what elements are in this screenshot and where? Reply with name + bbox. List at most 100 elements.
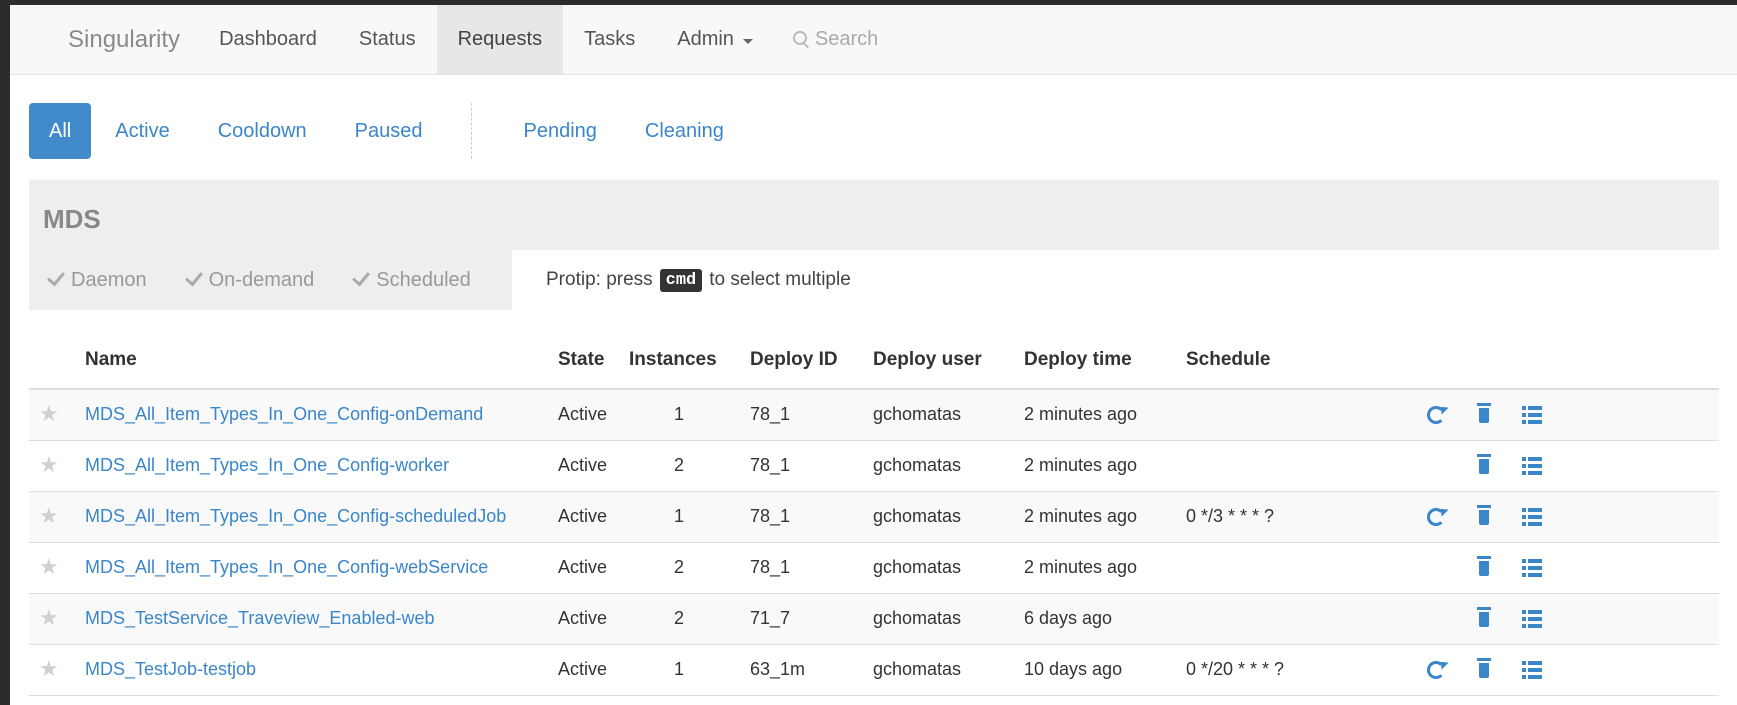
nav-tasks[interactable]: Tasks bbox=[563, 5, 656, 74]
request-instances: 1 bbox=[673, 404, 684, 424]
table-row[interactable]: ★ MDS_All_Item_Types_In_One_Config-onDema… bbox=[29, 390, 1719, 441]
request-deploy-user: gchomatas bbox=[873, 455, 962, 475]
request-name-link[interactable]: MDS_All_Item_Types_In_One_Config-webServ… bbox=[85, 557, 488, 578]
request-deploy-user: gchomatas bbox=[873, 608, 962, 628]
request-deploy-id[interactable]: 71_7 bbox=[750, 608, 790, 629]
request-deploy-time: 10 days ago bbox=[1024, 659, 1123, 679]
list-icon[interactable] bbox=[1522, 457, 1542, 475]
table-header: Name State Instances Deploy ID Deploy us… bbox=[29, 335, 1719, 390]
nav-admin-dropdown[interactable]: Admin bbox=[656, 5, 774, 74]
check-icon bbox=[352, 267, 371, 287]
trash-icon[interactable] bbox=[1474, 505, 1496, 527]
request-instances: 1 bbox=[673, 506, 684, 526]
star-icon[interactable]: ★ bbox=[39, 452, 59, 478]
chevron-down-icon bbox=[742, 38, 753, 44]
type-filter-daemon[interactable]: Daemon bbox=[47, 267, 147, 292]
star-icon[interactable]: ★ bbox=[39, 554, 59, 580]
request-deploy-time: 2 minutes ago bbox=[1024, 557, 1138, 577]
star-icon[interactable]: ★ bbox=[39, 656, 59, 682]
refresh-icon[interactable] bbox=[1427, 406, 1445, 424]
star-icon[interactable]: ★ bbox=[39, 503, 59, 529]
type-filter-label: Daemon bbox=[71, 268, 147, 291]
trash-icon[interactable] bbox=[1474, 556, 1496, 578]
nav-admin-label: Admin bbox=[677, 28, 734, 50]
table-row[interactable]: ★ MDS_All_Item_Types_In_One_Config-worker… bbox=[29, 441, 1719, 492]
request-state: Active bbox=[558, 506, 608, 526]
request-schedule: 0 */3 * * * ? bbox=[1186, 506, 1275, 526]
protip-key: cmd bbox=[659, 268, 703, 292]
filter-active[interactable]: Active bbox=[91, 103, 193, 159]
column-header-instances[interactable]: Instances bbox=[629, 349, 717, 371]
list-icon[interactable] bbox=[1522, 610, 1542, 628]
request-instances: 2 bbox=[673, 557, 684, 577]
request-name-link[interactable]: MDS_All_Item_Types_In_One_Config-onDeman… bbox=[85, 404, 483, 425]
column-header-state[interactable]: State bbox=[558, 349, 604, 371]
refresh-icon[interactable] bbox=[1427, 661, 1445, 679]
request-deploy-time: 2 minutes ago bbox=[1024, 506, 1138, 526]
request-deploy-id[interactable]: 78_1 bbox=[750, 506, 790, 527]
request-filter-pills: All Active Cooldown Paused Pending Clean… bbox=[29, 103, 748, 159]
app-window: Singularity Dashboard Status Requests Ta… bbox=[10, 5, 1737, 705]
type-filter-scheduled[interactable]: Scheduled bbox=[352, 267, 471, 292]
request-deploy-user: gchomatas bbox=[873, 557, 962, 577]
table-row[interactable]: ★ MDS_All_Item_Types_In_One_Config-webSer… bbox=[29, 543, 1719, 594]
request-name-link[interactable]: MDS_All_Item_Types_In_One_Config-worker bbox=[85, 455, 449, 476]
protip-suffix: to select multiple bbox=[709, 269, 851, 290]
request-deploy-user: gchomatas bbox=[873, 506, 962, 526]
nav-search[interactable]: Search bbox=[774, 5, 897, 74]
filter-all[interactable]: All bbox=[29, 103, 92, 159]
request-name-link[interactable]: MDS_All_Item_Types_In_One_Config-schedul… bbox=[85, 506, 506, 527]
request-instances: 2 bbox=[673, 608, 684, 628]
check-icon bbox=[184, 267, 203, 287]
column-header-name[interactable]: Name bbox=[85, 349, 137, 371]
request-state: Active bbox=[558, 608, 608, 628]
filter-paused[interactable]: Paused bbox=[331, 103, 447, 159]
filter-pending[interactable]: Pending bbox=[500, 103, 621, 159]
request-deploy-id[interactable]: 63_1m bbox=[750, 659, 805, 680]
star-icon[interactable]: ★ bbox=[39, 605, 59, 631]
refresh-icon[interactable] bbox=[1427, 508, 1445, 526]
list-icon[interactable] bbox=[1522, 406, 1542, 424]
request-instances: 1 bbox=[673, 659, 684, 679]
filter-cleaning[interactable]: Cleaning bbox=[621, 103, 748, 159]
search-icon bbox=[792, 30, 807, 45]
column-header-deploy-id[interactable]: Deploy ID bbox=[750, 349, 838, 371]
trash-icon[interactable] bbox=[1474, 658, 1496, 680]
protip: Protip: press cmd to select multiple bbox=[546, 260, 851, 300]
filter-cooldown[interactable]: Cooldown bbox=[194, 103, 331, 159]
list-icon[interactable] bbox=[1522, 559, 1542, 577]
request-name-link[interactable]: MDS_TestJob-testjob bbox=[85, 659, 256, 680]
request-instances: 2 bbox=[673, 455, 684, 475]
request-deploy-id[interactable]: 78_1 bbox=[750, 455, 790, 476]
nav-requests[interactable]: Requests bbox=[436, 5, 564, 74]
request-state: Active bbox=[558, 455, 608, 475]
protip-prefix: Protip: press bbox=[546, 269, 653, 290]
table-row[interactable]: ★ MDS_TestJob-testjob Active 1 63_1m gchomata… bbox=[29, 645, 1719, 696]
top-navbar: Singularity Dashboard Status Requests Ta… bbox=[10, 5, 1737, 75]
trash-icon[interactable] bbox=[1474, 403, 1496, 425]
star-icon[interactable]: ★ bbox=[39, 401, 59, 427]
table-row[interactable]: ★ MDS_All_Item_Types_In_One_Config-schedu… bbox=[29, 492, 1719, 543]
type-filter-label: Scheduled bbox=[376, 268, 471, 291]
nav-dashboard[interactable]: Dashboard bbox=[198, 5, 338, 74]
request-name-link[interactable]: MDS_TestService_Traveview_Enabled-web bbox=[85, 608, 435, 629]
request-deploy-time: 6 days ago bbox=[1024, 608, 1113, 628]
column-header-deploy-user[interactable]: Deploy user bbox=[873, 349, 982, 371]
nav-status[interactable]: Status bbox=[338, 5, 437, 74]
request-deploy-user: gchomatas bbox=[873, 404, 962, 424]
request-deploy-id[interactable]: 78_1 bbox=[750, 557, 790, 578]
table-row[interactable]: ★ MDS_TestService_Traveview_Enabled-web Ac… bbox=[29, 594, 1719, 645]
type-filter-bar: Daemon On-demand Scheduled bbox=[29, 250, 512, 310]
type-filter-on-demand[interactable]: On-demand bbox=[184, 267, 314, 292]
request-deploy-time: 2 minutes ago bbox=[1024, 455, 1138, 475]
request-state: Active bbox=[558, 557, 608, 577]
trash-icon[interactable] bbox=[1474, 454, 1496, 476]
search-label: Search bbox=[814, 28, 879, 50]
list-icon[interactable] bbox=[1522, 661, 1542, 679]
request-deploy-id[interactable]: 78_1 bbox=[750, 404, 790, 425]
column-header-deploy-time[interactable]: Deploy time bbox=[1024, 349, 1132, 371]
list-icon[interactable] bbox=[1522, 508, 1542, 526]
column-header-schedule[interactable]: Schedule bbox=[1186, 349, 1270, 371]
trash-icon[interactable] bbox=[1474, 607, 1496, 629]
brand-logo[interactable]: Singularity bbox=[50, 5, 198, 74]
